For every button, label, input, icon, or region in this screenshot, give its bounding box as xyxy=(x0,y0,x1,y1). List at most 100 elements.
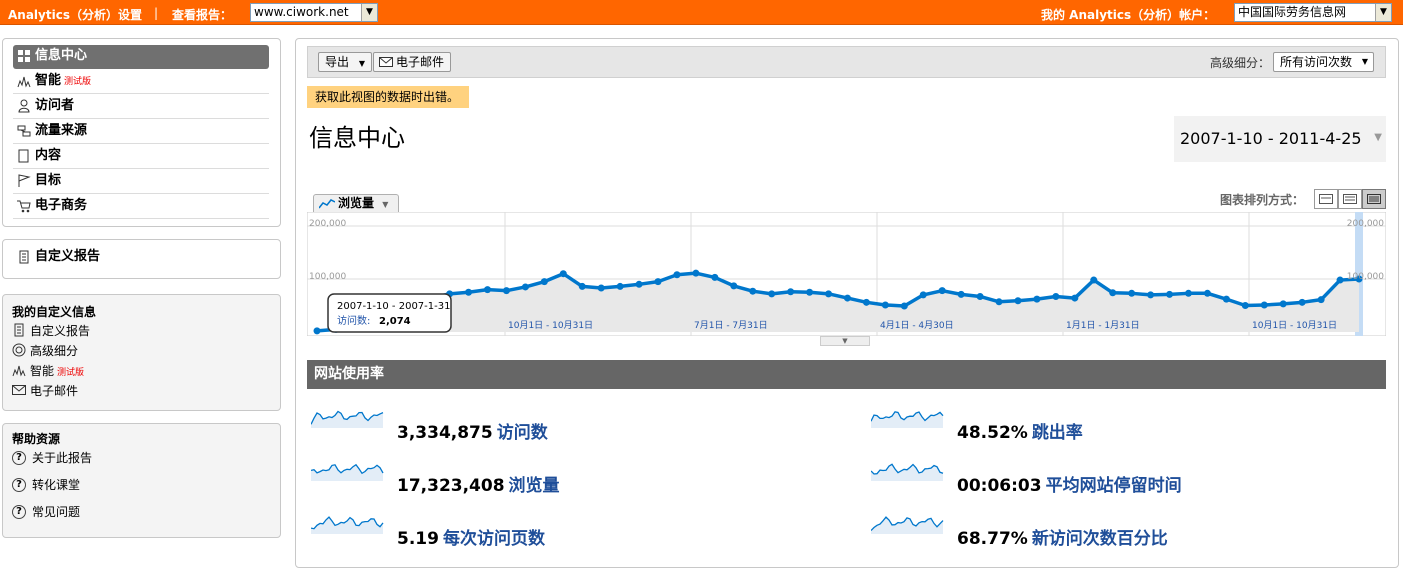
nav-item-5[interactable]: 目标 xyxy=(13,170,269,194)
help-link-label: 关于此报告 xyxy=(32,451,93,465)
chart-data-point[interactable] xyxy=(502,287,510,295)
chart-data-point[interactable] xyxy=(578,282,586,290)
nav-custom-reports[interactable]: 自定义报告 xyxy=(13,246,269,270)
chart-data-point[interactable] xyxy=(1071,294,1079,302)
chart-data-point[interactable] xyxy=(692,269,700,277)
chart-data-point[interactable] xyxy=(881,301,889,309)
chart-data-point[interactable] xyxy=(1260,301,1268,309)
chart-data-point[interactable] xyxy=(1298,298,1306,306)
chart-data-point[interactable] xyxy=(465,288,473,296)
email-button-label: 电子邮件 xyxy=(396,55,445,69)
chart-data-point[interactable] xyxy=(1128,289,1136,297)
nav-item-label: 访问者 xyxy=(35,98,75,113)
nav-item-1[interactable]: 智能 测试版 xyxy=(13,70,269,94)
chart-data-point[interactable] xyxy=(787,288,795,296)
chart-data-point[interactable] xyxy=(900,302,908,310)
chevron-down-icon: ▼ xyxy=(382,200,389,209)
custom-link-0[interactable]: 自定义报告 xyxy=(12,322,90,339)
chart-data-point[interactable] xyxy=(768,290,776,298)
site-select[interactable]: www.ciwork.net ▼ xyxy=(250,3,378,22)
sparkline-chart[interactable] xyxy=(311,459,385,481)
sparkline-chart[interactable] xyxy=(871,512,945,534)
chart-data-point[interactable] xyxy=(673,271,681,279)
layout-option-3[interactable] xyxy=(1362,189,1386,209)
metric-3: 00:06:03 平均网站停留时间 xyxy=(871,459,1371,499)
help-icon: ? xyxy=(12,478,26,492)
help-link-0[interactable]: ? 关于此报告 xyxy=(12,449,92,466)
chart-data-point[interactable] xyxy=(1222,295,1230,303)
segment-select[interactable]: 所有访问次数 ▼ xyxy=(1273,52,1374,72)
nav-item-label: 流量来源 xyxy=(35,123,88,138)
help-link-1[interactable]: ? 转化课堂 xyxy=(12,476,80,493)
chart-data-point[interactable] xyxy=(559,270,567,278)
custom-link-2[interactable]: 智能 测试版 xyxy=(12,362,84,379)
chart-data-point[interactable] xyxy=(919,291,927,299)
chart-data-point[interactable] xyxy=(1090,276,1098,284)
chart-data-point[interactable] xyxy=(957,290,965,298)
chart-data-point[interactable] xyxy=(1336,276,1344,284)
chart-data-point[interactable] xyxy=(597,284,605,292)
nav-item-6[interactable]: 电子商务 xyxy=(13,195,269,219)
help-link-2[interactable]: ? 常见问题 xyxy=(12,503,80,520)
chart-data-point[interactable] xyxy=(995,298,1003,306)
metric-label[interactable]: 跳出率 xyxy=(1032,423,1083,443)
sparkline-chart[interactable] xyxy=(871,406,945,428)
custom-link-1[interactable]: 高级细分 xyxy=(12,342,78,359)
chart-data-point[interactable] xyxy=(806,288,814,296)
chart-data-point[interactable] xyxy=(862,298,870,306)
metric-label[interactable]: 每次访问页数 xyxy=(443,529,545,549)
sparkline-chart[interactable] xyxy=(311,512,385,534)
chart-data-point[interactable] xyxy=(843,294,851,302)
chart-data-point[interactable] xyxy=(654,278,662,286)
metric-label[interactable]: 访问数 xyxy=(497,423,548,443)
chart-data-point[interactable] xyxy=(313,327,321,335)
chart-data-point[interactable] xyxy=(521,283,529,291)
export-button[interactable]: 导出 ▼ xyxy=(318,52,372,72)
chart-data-point[interactable] xyxy=(635,280,643,288)
chart-data-point[interactable] xyxy=(1109,289,1117,297)
chart-data-point[interactable] xyxy=(1203,289,1211,297)
analytics-settings-link[interactable]: Analytics（分析）设置 xyxy=(8,6,142,23)
metric-label[interactable]: 新访问次数百分比 xyxy=(1032,529,1168,549)
nav-item-4[interactable]: 内容 xyxy=(13,145,269,169)
chart-data-point[interactable] xyxy=(484,286,492,294)
chart-data-point[interactable] xyxy=(1033,295,1041,303)
metric-value: 5.19 xyxy=(397,529,439,549)
nav-item-3[interactable]: 流量来源 xyxy=(13,120,269,144)
chart-data-point[interactable] xyxy=(730,282,738,290)
chart-data-point[interactable] xyxy=(1014,297,1022,305)
sparkline-chart[interactable] xyxy=(311,406,385,428)
chart-metric-tab[interactable]: 浏览量 ▼ xyxy=(313,194,399,213)
chart-data-point[interactable] xyxy=(540,278,548,286)
chart-data-point[interactable] xyxy=(1279,300,1287,308)
chart-data-point[interactable] xyxy=(1317,296,1325,304)
chart-data-point[interactable] xyxy=(1147,291,1155,299)
chart-data-point[interactable] xyxy=(749,287,757,295)
site-usage-header: 网站使用率 xyxy=(307,360,1386,389)
chart-data-point[interactable] xyxy=(938,287,946,295)
chevron-down-icon: ▼ xyxy=(842,337,848,345)
chart-data-point[interactable] xyxy=(825,290,833,298)
chart-collapse-handle[interactable]: ▼ xyxy=(820,336,870,346)
chart-data-point[interactable] xyxy=(616,282,624,290)
metric-label[interactable]: 浏览量 xyxy=(509,476,560,496)
sparkline-chart[interactable] xyxy=(871,459,945,481)
layout-option-2[interactable] xyxy=(1338,189,1362,209)
my-custom-title: 我的自定义信息 xyxy=(12,305,97,319)
layout-option-1[interactable] xyxy=(1314,189,1338,209)
pageviews-chart[interactable]: 200,000 200,000 100,000 100,000 10月1日 - 10月3… xyxy=(307,212,1386,336)
chart-data-point[interactable] xyxy=(1241,302,1249,309)
date-range-picker[interactable]: 2007-1-10 - 2011-4-25 ▼ xyxy=(1174,116,1386,162)
chart-data-point[interactable] xyxy=(1166,290,1174,298)
chart-data-point[interactable] xyxy=(976,292,984,300)
chart-data-point[interactable] xyxy=(711,273,719,281)
nav-item-0[interactable]: 信息中心 xyxy=(13,45,269,69)
chart-data-point[interactable] xyxy=(1052,292,1060,300)
metric-label[interactable]: 平均网站停留时间 xyxy=(1046,476,1182,496)
intelligence-icon xyxy=(17,76,31,88)
account-select[interactable]: 中国国际劳务信息网 ▼ xyxy=(1234,3,1392,22)
email-button[interactable]: 电子邮件 xyxy=(373,52,452,72)
custom-link-3[interactable]: 电子邮件 xyxy=(12,382,78,399)
chart-data-point[interactable] xyxy=(1184,289,1192,297)
nav-item-2[interactable]: 访问者 xyxy=(13,95,269,119)
